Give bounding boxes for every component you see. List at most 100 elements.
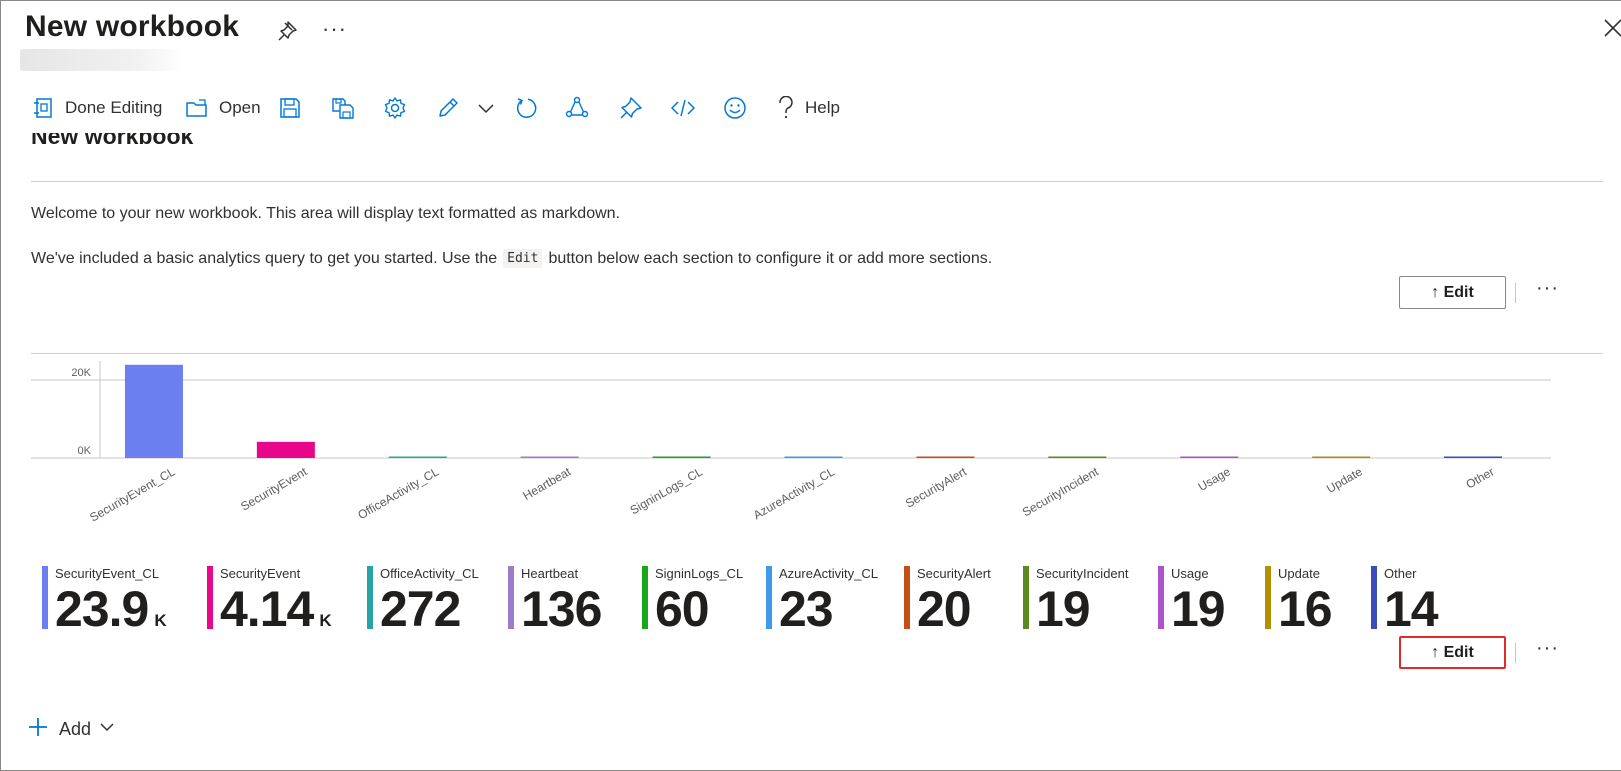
workbook-content[interactable]: New workbook Welcome to your new workboo… (0, 133, 1621, 771)
bar-SecurityAlert (916, 456, 975, 458)
bar-SecurityEvent_CL (124, 364, 183, 458)
code-button[interactable] (671, 90, 695, 126)
markdown-paragraph-2: We've included a basic analytics query t… (31, 249, 992, 268)
y-tick-label: 0K (78, 445, 92, 457)
x-tick-label: Heartbeat (521, 464, 574, 503)
tile-name: SecurityIncident (1036, 566, 1129, 581)
x-tick-label: SecurityEvent (238, 464, 310, 513)
tile-name: Other (1384, 566, 1417, 581)
tile-color-bar (1158, 566, 1164, 629)
tile-value: 14 (1384, 581, 1439, 637)
markdown-paragraph-1: Welcome to your new workbook. This area … (31, 205, 620, 222)
tile-value: 16 (1278, 581, 1333, 637)
tile-color-bar (367, 566, 373, 629)
tile-color-bar (1371, 566, 1377, 629)
tile-value-unit: K (319, 611, 332, 630)
help-button[interactable]: Help (777, 90, 840, 126)
tile-value: 23 (779, 583, 834, 635)
save-icon (279, 97, 301, 119)
tile-name: Update (1278, 566, 1320, 581)
bar-SigninLogs_CL (652, 456, 711, 458)
tile-name: Usage (1171, 566, 1209, 581)
y-tick-label: 20K (71, 367, 91, 379)
tile-color-bar (904, 566, 910, 629)
settings-button[interactable] (383, 90, 407, 126)
done-editing-icon (33, 97, 55, 119)
feedback-smiley-icon (723, 96, 747, 120)
section-divider (31, 353, 1603, 354)
share-button[interactable] (565, 90, 589, 126)
help-question-icon (777, 96, 795, 120)
refresh-icon (514, 96, 538, 120)
tile-value-number: 23.9 (55, 581, 149, 637)
save-button[interactable] (279, 90, 301, 126)
tile-value-number: 19 (1171, 581, 1226, 637)
tile-value: 19 (1036, 581, 1091, 637)
bar-Update (1312, 456, 1371, 458)
toolbar-separator (1515, 643, 1516, 663)
refresh-button[interactable] (514, 90, 538, 126)
x-tick-label: Update (1324, 464, 1365, 496)
x-tick-label: SigninLogs_CL (628, 464, 706, 517)
tile-value: 60 (655, 583, 710, 635)
tile-value: 4.14 K (220, 583, 332, 647)
open-label: Open (219, 98, 261, 117)
tile-name: SecurityEvent (220, 566, 301, 581)
share-icon (565, 96, 589, 120)
plus-icon (27, 716, 49, 743)
pin-blade-icon[interactable] (278, 20, 298, 42)
close-icon[interactable] (1603, 16, 1621, 38)
tile-value: 20 (917, 583, 972, 635)
tile-color-bar (766, 566, 772, 629)
x-tick-label: SecurityEvent_CL (87, 464, 177, 524)
text-section-more-button[interactable]: ··· (1536, 277, 1559, 300)
tile-value: 136 (521, 581, 602, 637)
blade-more-button[interactable]: ··· (322, 16, 347, 42)
pin-button[interactable] (619, 90, 643, 126)
edit-button[interactable] (436, 90, 460, 126)
tile-name: SecurityAlert (917, 566, 991, 581)
p2-text-after: button below each section to configure i… (548, 249, 993, 267)
blade-title: New workbook (25, 10, 240, 43)
tile-color-bar (207, 566, 213, 629)
open-folder-icon (185, 97, 209, 119)
tile-color-bar (508, 566, 514, 629)
tile-color-bar (1265, 566, 1271, 629)
pin-icon (619, 96, 643, 120)
toolbar: Done Editing Open Help (0, 90, 1621, 126)
settings-gear-icon (383, 96, 407, 120)
tile-name: OfficeActivity_CL (380, 566, 479, 581)
tile-value-number: 14 (1384, 581, 1439, 637)
blurred-subtitle (20, 49, 185, 71)
tile-name: AzureActivity_CL (779, 566, 878, 581)
x-tick-label: SecurityAlert (903, 464, 969, 510)
edit-dropdown-button[interactable] (477, 90, 495, 126)
chevron-down-icon (99, 720, 115, 738)
open-button[interactable]: Open (185, 90, 261, 126)
query-section-more-button[interactable]: ··· (1536, 637, 1559, 660)
tile-value-number: 136 (521, 581, 602, 637)
x-tick-label: Other (1464, 464, 1497, 491)
edit-query-section-button[interactable]: ↑ Edit (1399, 636, 1506, 669)
done-editing-button[interactable]: Done Editing (33, 90, 162, 126)
code-icon (671, 96, 695, 120)
save-as-button[interactable] (331, 90, 355, 126)
save-as-icon (331, 97, 355, 119)
tile-value-number: 19 (1036, 581, 1091, 637)
edit-text-section-button[interactable]: ↑ Edit (1399, 276, 1506, 309)
edit-pencil-icon (436, 96, 460, 120)
feedback-button[interactable] (723, 90, 747, 126)
tile-value: 23.9 K (55, 583, 167, 647)
tile-value-number: 272 (380, 581, 461, 637)
bar-SecurityIncident (1048, 456, 1107, 458)
toolbar-separator (1515, 283, 1516, 303)
heading-divider (31, 181, 1603, 182)
tile-value-unit: K (154, 611, 167, 630)
p2-text-before: We've included a basic analytics query t… (31, 249, 498, 267)
x-tick-label: OfficeActivity_CL (355, 464, 441, 522)
bar-SecurityEvent (256, 441, 315, 458)
x-tick-label: Usage (1196, 464, 1233, 494)
add-button[interactable]: Add (27, 716, 115, 742)
help-label: Help (805, 98, 840, 117)
tile-value-number: 16 (1278, 581, 1333, 637)
